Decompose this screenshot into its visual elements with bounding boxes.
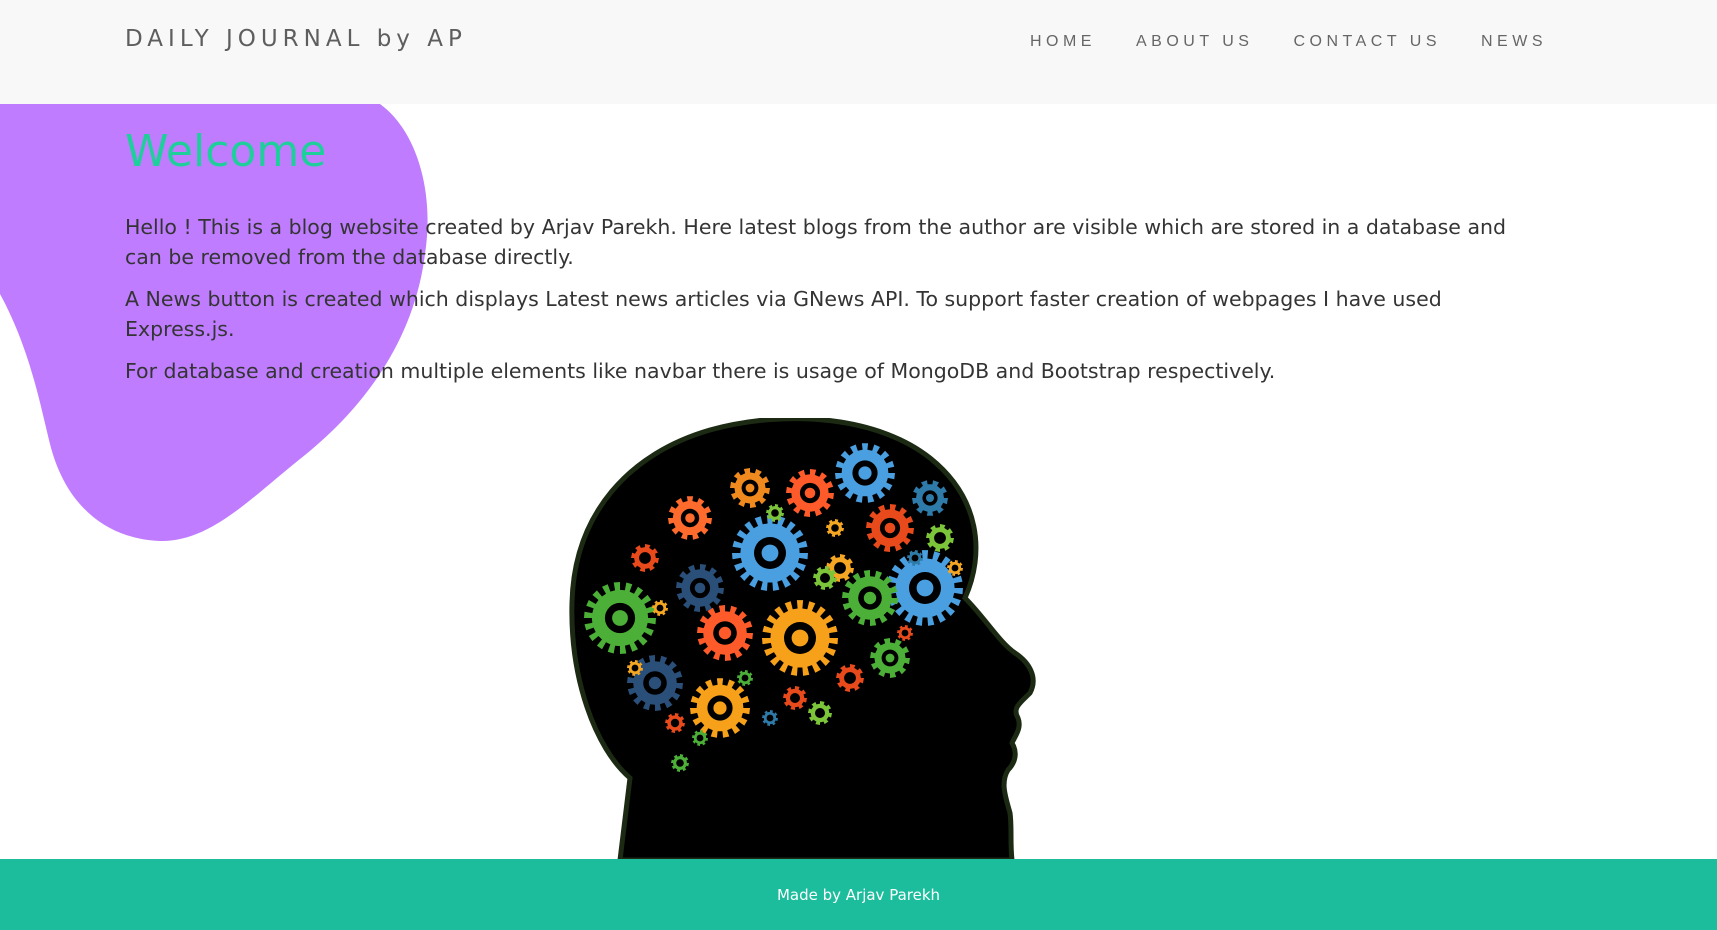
- welcome-heading: Welcome: [125, 126, 327, 177]
- nav-links: HOME ABOUT US CONTACT US NEWS: [1030, 33, 1547, 51]
- nav-link-contact-us[interactable]: CONTACT US: [1293, 33, 1441, 51]
- brand-link[interactable]: DAILY JOURNAL by AP: [125, 26, 467, 52]
- navbar: DAILY JOURNAL by AP HOME ABOUT US CONTAC…: [0, 0, 1717, 104]
- intro-paragraph: Hello ! This is a blog website created b…: [125, 215, 1507, 270]
- footer: Made by Arjav Parekh: [0, 859, 1717, 930]
- tech-paragraph: For database and creation multiple eleme…: [125, 359, 1276, 384]
- nav-link-home[interactable]: HOME: [1030, 33, 1096, 51]
- footer-credit: Made by Arjav Parekh: [776, 885, 941, 904]
- news-paragraph: A News button is created which displays …: [125, 287, 1442, 342]
- nav-link-about-us[interactable]: ABOUT US: [1136, 33, 1254, 51]
- nav-link-news[interactable]: NEWS: [1481, 33, 1547, 51]
- main-content: Welcome Hello ! This is a blog website c…: [125, 104, 1545, 398]
- head-with-gears-icon: [569, 418, 1036, 860]
